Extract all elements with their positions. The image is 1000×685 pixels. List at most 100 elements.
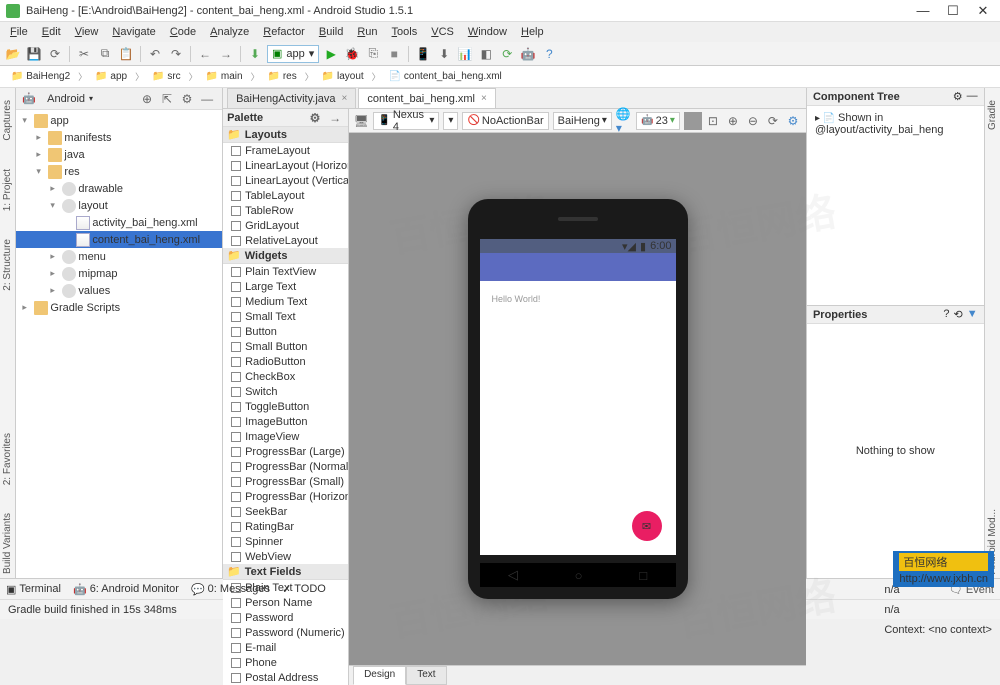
android-icon[interactable]: 🤖 bbox=[519, 45, 537, 63]
stop-icon[interactable]: ■ bbox=[385, 45, 403, 63]
palette-item[interactable]: Small Text bbox=[223, 309, 348, 324]
design-tab-design[interactable]: Design bbox=[353, 666, 406, 685]
tree-node[interactable]: ▸drawable bbox=[16, 180, 222, 197]
prop-restore-icon[interactable]: ⟲ bbox=[954, 308, 963, 321]
debug-icon[interactable]: 🐞 bbox=[343, 45, 361, 63]
prop-help-icon[interactable]: ? bbox=[943, 308, 949, 321]
back-icon[interactable]: ← bbox=[196, 45, 214, 63]
project-tree[interactable]: ▾app▸manifests▸java▾res▸drawable▾layouta… bbox=[16, 110, 222, 578]
avd-icon[interactable]: 📱 bbox=[414, 45, 432, 63]
menu-code[interactable]: Code bbox=[164, 24, 202, 40]
api-combo[interactable]: ▾ bbox=[443, 112, 458, 130]
palette-item[interactable]: LinearLayout (Vertical) bbox=[223, 173, 348, 188]
menu-view[interactable]: View bbox=[69, 24, 105, 40]
palette-item[interactable]: GridLayout bbox=[223, 218, 348, 233]
device-screen[interactable]: ▾◢ ▮ 6:00 Hello World! ✉ bbox=[480, 239, 676, 555]
menu-window[interactable]: Window bbox=[462, 24, 513, 40]
tree-node[interactable]: ▾app bbox=[16, 112, 222, 129]
menu-help[interactable]: Help bbox=[515, 24, 550, 40]
orientation-icon[interactable]: 🖥 bbox=[353, 112, 369, 130]
left-tab[interactable]: Build Variants bbox=[2, 509, 13, 578]
bottom-tab[interactable]: ▣Terminal bbox=[6, 583, 61, 596]
palette-item[interactable]: Large Text bbox=[223, 279, 348, 294]
breadcrumb-item[interactable]: 📄 content_bai_heng.xml bbox=[384, 69, 507, 84]
editor-tab[interactable]: BaiHengActivity.java× bbox=[227, 88, 356, 108]
palette-item[interactable]: ProgressBar (Horizonta bbox=[223, 489, 348, 504]
palette-item[interactable]: ImageView bbox=[223, 429, 348, 444]
menu-file[interactable]: File bbox=[4, 24, 34, 40]
hide-icon[interactable]: — bbox=[198, 90, 216, 108]
cut-icon[interactable]: ✂ bbox=[75, 45, 93, 63]
sdk-icon[interactable]: ⬇ bbox=[435, 45, 453, 63]
structure-icon[interactable]: ◧ bbox=[477, 45, 495, 63]
device-canvas[interactable]: 百恒网络 百恒网络 百恒网络 百恒网络 ▾◢ ▮ 6:00 bbox=[349, 133, 806, 665]
editor-tab[interactable]: content_bai_heng.xml× bbox=[358, 88, 495, 108]
menu-navigate[interactable]: Navigate bbox=[106, 24, 161, 40]
bottom-tab[interactable]: ✓TODO bbox=[282, 583, 326, 596]
component-tree[interactable]: ▸ 📄 Shown in @layout/activity_bai_heng bbox=[807, 106, 984, 306]
tree-node[interactable]: activity_bai_heng.xml bbox=[16, 214, 222, 231]
breadcrumb-item[interactable]: 📁 app bbox=[90, 69, 132, 84]
breadcrumb-item[interactable]: 📁 layout bbox=[317, 69, 369, 84]
menu-tools[interactable]: Tools bbox=[386, 24, 424, 40]
palette-item[interactable]: Spinner bbox=[223, 534, 348, 549]
nav-home-icon[interactable]: ○ bbox=[575, 568, 583, 583]
nav-back-icon[interactable]: ◁ bbox=[508, 567, 518, 583]
collapse-icon[interactable]: ⇱ bbox=[158, 90, 176, 108]
tree-node[interactable]: ▸java bbox=[16, 146, 222, 163]
tree-node[interactable]: ▸menu bbox=[16, 248, 222, 265]
palette-item[interactable]: WebView bbox=[223, 549, 348, 564]
left-tab[interactable]: Captures bbox=[2, 96, 13, 145]
minimize-button[interactable]: — bbox=[912, 3, 934, 19]
tree-node[interactable]: ▾layout bbox=[16, 197, 222, 214]
theme-combo[interactable]: BaiHeng ▾ bbox=[553, 112, 612, 130]
tree-node[interactable]: ▸Gradle Scripts bbox=[16, 299, 222, 316]
palette-item[interactable]: Password (Numeric) bbox=[223, 625, 348, 640]
paste-icon[interactable]: 📋 bbox=[117, 45, 135, 63]
palette-item[interactable]: ToggleButton bbox=[223, 399, 348, 414]
component-tree-item[interactable]: ▸ 📄 Shown in @layout/activity_bai_heng bbox=[811, 110, 980, 138]
bg-toggle[interactable] bbox=[684, 112, 702, 130]
palette-item[interactable]: TableRow bbox=[223, 203, 348, 218]
palette-list[interactable]: 📁LayoutsFrameLayoutLinearLayout (Horizon… bbox=[223, 127, 348, 685]
design-tab-text[interactable]: Text bbox=[406, 666, 446, 685]
undo-icon[interactable]: ↶ bbox=[146, 45, 164, 63]
palette-item[interactable]: RatingBar bbox=[223, 519, 348, 534]
bottom-tab[interactable]: 🤖6: Android Monitor bbox=[73, 583, 179, 596]
left-tab[interactable]: 2: Favorites bbox=[2, 429, 13, 489]
palette-item[interactable]: Postal Address bbox=[223, 670, 348, 685]
left-tab[interactable]: 1: Project bbox=[2, 165, 13, 215]
forward-icon[interactable]: → bbox=[217, 45, 235, 63]
palette-category[interactable]: 📁Layouts bbox=[223, 127, 348, 143]
ct-gear-icon[interactable]: ⚙ bbox=[953, 90, 963, 103]
palette-item[interactable]: LinearLayout (Horizont. bbox=[223, 158, 348, 173]
palette-item[interactable]: TableLayout bbox=[223, 188, 348, 203]
left-tab[interactable]: 2: Structure bbox=[2, 235, 13, 295]
run-icon[interactable]: ▶ bbox=[322, 45, 340, 63]
monitor-icon[interactable]: 📊 bbox=[456, 45, 474, 63]
project-mode-dropdown[interactable]: Android ▾ bbox=[42, 92, 98, 106]
make-icon[interactable]: ⬇ bbox=[246, 45, 264, 63]
palette-item[interactable]: CheckBox bbox=[223, 369, 348, 384]
ct-hide-icon[interactable]: — bbox=[967, 90, 978, 103]
tree-node[interactable]: content_bai_heng.xml bbox=[16, 231, 222, 248]
palette-item[interactable]: E-mail bbox=[223, 640, 348, 655]
copy-icon[interactable]: ⧉ bbox=[96, 45, 114, 63]
tree-node[interactable]: ▸mipmap bbox=[16, 265, 222, 282]
palette-item[interactable]: ImageButton bbox=[223, 414, 348, 429]
maximize-button[interactable]: ☐ bbox=[942, 3, 964, 19]
actionbar-combo[interactable]: 🚫NoActionBar bbox=[462, 112, 548, 130]
locale-icon[interactable]: 🌐 ▾ bbox=[616, 112, 632, 130]
palette-item[interactable]: RadioButton bbox=[223, 354, 348, 369]
breadcrumb-item[interactable]: 📁 BaiHeng2 bbox=[6, 69, 75, 84]
scroll-from-source-icon[interactable]: ⊕ bbox=[138, 90, 156, 108]
nav-recent-icon[interactable]: □ bbox=[639, 568, 647, 583]
menu-build[interactable]: Build bbox=[313, 24, 349, 40]
palette-category[interactable]: 📁Text Fields bbox=[223, 564, 348, 580]
bottom-tab[interactable]: 💬0: Messages bbox=[191, 583, 270, 596]
palette-item[interactable]: RelativeLayout bbox=[223, 233, 348, 248]
redo-icon[interactable]: ↷ bbox=[167, 45, 185, 63]
open-icon[interactable]: 📂 bbox=[4, 45, 22, 63]
zoom-fit-icon[interactable]: ⊡ bbox=[704, 112, 722, 130]
refresh-icon[interactable]: ⟳ bbox=[764, 112, 782, 130]
